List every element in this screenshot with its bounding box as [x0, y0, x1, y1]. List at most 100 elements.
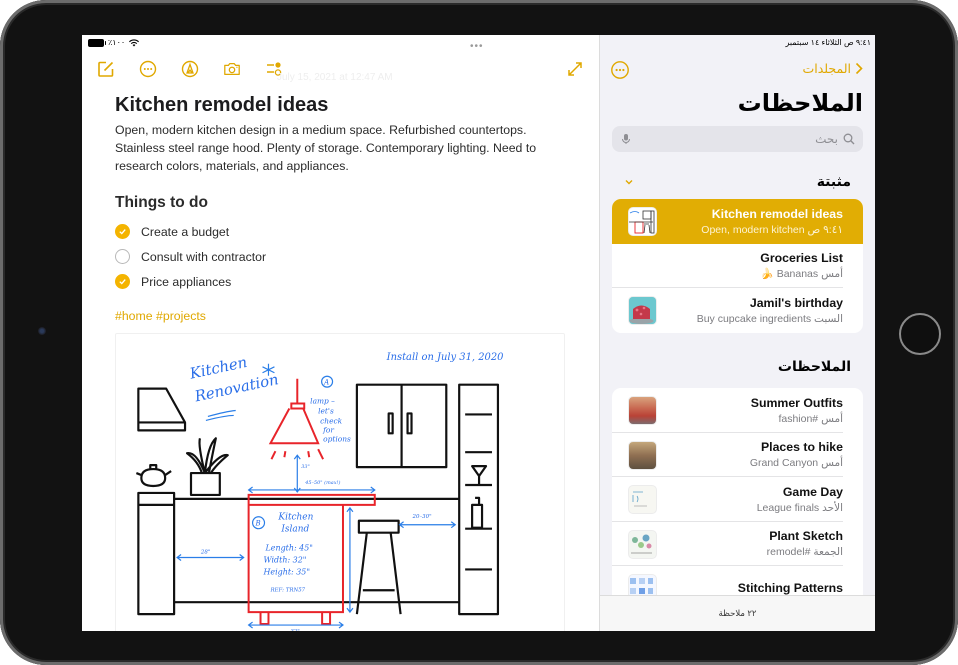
dimension-island-height: [346, 506, 354, 614]
game-sketch-thumbnail: [628, 485, 657, 514]
note-tags[interactable]: #home #projects: [115, 309, 206, 323]
sketch-left-gap: 28": [200, 550, 210, 556]
sketch-marker-a: A: [323, 379, 329, 387]
dimension-counter-width: [247, 486, 376, 494]
expand-button[interactable]: [565, 59, 585, 79]
checkmark-icon: [119, 279, 126, 285]
checkmark-icon: [119, 229, 126, 235]
checklist-item: Consult with contractor: [115, 244, 266, 269]
camera-button[interactable]: [222, 59, 242, 79]
screen: ٪١٠٠ ••• July 15, 2021 at 12:47 AM Kitch…: [82, 35, 875, 631]
home-button[interactable]: [899, 313, 941, 355]
dimension-lamp-height: [293, 454, 301, 493]
sketch-island-length: Length: 45": [265, 544, 313, 553]
sidebar-title: الملاحظات: [737, 90, 863, 117]
checklist-item-label[interactable]: Price appliances: [141, 275, 231, 289]
note-row[interactable]: Groceries List أمس Bananas 🍌: [612, 244, 863, 289]
note-row[interactable]: Places to hike أمس Grand Canyon: [612, 433, 863, 478]
note-row[interactable]: Game Day الأحد League finals: [612, 477, 863, 522]
search-field[interactable]: بحث: [612, 126, 863, 152]
note-row-title: Groceries List: [760, 251, 843, 266]
checklist-item-label[interactable]: Consult with contractor: [141, 250, 266, 264]
note-date: July 15, 2021 at 12:47 AM: [277, 72, 393, 83]
note-title[interactable]: Kitchen remodel ideas: [115, 94, 328, 117]
chevron-down-icon: [625, 180, 633, 185]
camera-icon: [224, 62, 240, 76]
sketch-lamp-note-5: options: [323, 434, 351, 443]
sketch-island-height: Height: 35": [263, 567, 310, 576]
pendant-lamp-sketch: [268, 378, 325, 460]
sidebar-more-button[interactable]: [610, 60, 630, 80]
compose-icon: [98, 61, 114, 77]
search-placeholder: بحث: [815, 132, 838, 146]
sketch-island-ref: REF: TRN57: [269, 587, 305, 593]
checkbox-unchecked[interactable]: [115, 249, 130, 264]
sketch-lamp-height: 33": [301, 464, 310, 470]
note-editor: ٪١٠٠ ••• July 15, 2021 at 12:47 AM Kitch…: [82, 35, 599, 631]
expand-arrows-icon: [568, 62, 582, 76]
search-icon: [843, 133, 855, 145]
more-options-button[interactable]: [138, 59, 158, 79]
left-cabinet-sketch: [137, 491, 176, 616]
folders-back-button[interactable]: المجلدات: [802, 61, 863, 76]
sketch-island-width: Width: 32": [264, 555, 307, 564]
pen-circle-icon: [181, 60, 199, 78]
battery-icon: [88, 38, 106, 47]
sketch-bottom-width: 32": [290, 629, 299, 631]
kitchen-sketch-drawing[interactable]: Kitchen Renovation Install on July 31, 2…: [115, 333, 565, 631]
checkbox-checked[interactable]: [115, 274, 130, 289]
teapot-sketch: [135, 464, 172, 488]
multitasking-handle[interactable]: •••: [470, 41, 484, 52]
checklist-item: Create a budget: [115, 219, 266, 244]
checklist-heading[interactable]: Things to do: [115, 194, 208, 212]
pinned-section-heading: مثبتة: [816, 173, 851, 189]
plant-sketch-thumbnail: [628, 529, 657, 559]
outfit-photo-thumbnail: [628, 396, 657, 425]
sketch-canvas: Kitchen Renovation Install on July 31, 2…: [135, 352, 504, 631]
ipad-frame: ٪١٠٠ ••• July 15, 2021 at 12:47 AM Kitch…: [0, 0, 958, 665]
note-toolbar: [96, 59, 284, 79]
sketch-marker-b: B: [255, 520, 261, 528]
note-row[interactable]: Summer Outfits أمس #fashion: [612, 388, 863, 433]
sketch-install-note: Install on July 31, 2020: [386, 352, 504, 363]
checklist: Create a budget Consult with contractor …: [115, 219, 266, 294]
battery-percentage: ٪١٠٠: [108, 38, 126, 47]
sketch-right-gap: 20–30": [412, 514, 432, 520]
dimension-island-bottom: [247, 621, 344, 629]
sketch-counter-width: 45–50" (max!): [304, 479, 340, 486]
pinned-notes-list: Kitchen remodel ideas ٩:٤١ ص Open, moder…: [612, 199, 863, 333]
title-underline: [205, 409, 236, 421]
note-body[interactable]: Open, modern kitchen design in a medium …: [115, 121, 565, 175]
microphone-icon[interactable]: [620, 133, 632, 145]
sketch-island-title-1: Kitchen: [277, 513, 313, 523]
status-bar-datetime: ٩:٤١ ص الثلاثاء ١٤ سبتمبر: [785, 38, 871, 47]
bottle-sketch: [471, 496, 484, 529]
notes-count: ٢٢ ملاحظة: [718, 608, 757, 618]
folders-back-label: المجلدات: [802, 62, 851, 76]
note-row[interactable]: Jamil's birthday السبت Buy cupcake ingre…: [612, 288, 863, 333]
note-row[interactable]: Plant Sketch الجمعة #remodel: [612, 522, 863, 567]
kitchen-sketch-thumbnail: [628, 207, 657, 236]
sketch-lamp-note-2: let's: [318, 406, 334, 415]
notes-sidebar: ٩:٤١ ص الثلاثاء ١٤ سبتمبر المجلدات الملا…: [600, 35, 875, 631]
canyon-photo-thumbnail: [628, 440, 657, 470]
stool-sketch: [355, 519, 402, 615]
plant-pot-sketch: [189, 471, 221, 497]
pinned-collapse-button[interactable]: [622, 175, 636, 189]
ellipsis-circle-icon: [139, 60, 157, 78]
checklist-item-label[interactable]: Create a budget: [141, 225, 229, 239]
markup-button[interactable]: [180, 59, 200, 79]
compose-button[interactable]: [96, 59, 116, 79]
notes-count-footer: ٢٢ ملاحظة: [600, 595, 875, 631]
sketch-lamp-note-4: for: [322, 425, 334, 434]
sketch-lamp-note-1: lamp –: [310, 397, 335, 406]
checkbox-checked[interactable]: [115, 224, 130, 239]
cake-photo-thumbnail: [628, 296, 657, 325]
notes-section-heading: الملاحظات: [777, 358, 851, 374]
front-camera: [38, 327, 46, 335]
sketch-island-title-2: Island: [280, 525, 309, 535]
ellipsis-circle-icon: [611, 61, 629, 79]
note-row-selected[interactable]: Kitchen remodel ideas ٩:٤١ ص Open, moder…: [612, 199, 863, 244]
upper-cabinet-sketch: [355, 383, 448, 469]
note-row-subtitle: أمس Bananas 🍌: [760, 268, 843, 281]
